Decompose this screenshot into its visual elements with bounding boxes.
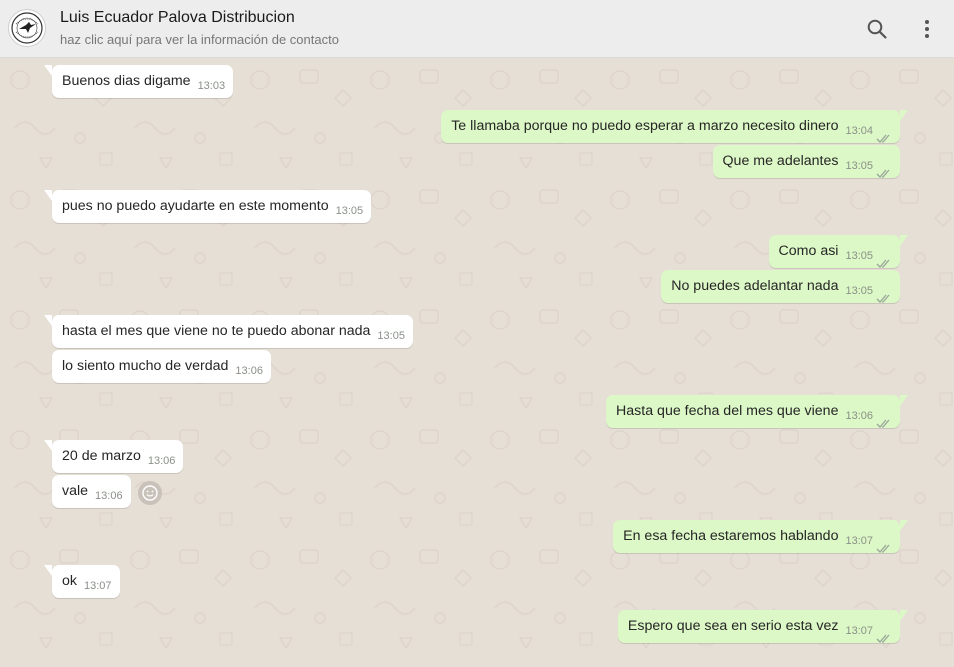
message-time: 13:06 [845,410,873,422]
contact-name[interactable]: Luis Ecuador Palova Distribucion [60,9,295,27]
double-check-icon [876,624,892,657]
double-check-icon [876,159,892,192]
bubble-tail-icon [44,65,52,76]
message-text: lo siento mucho de verdad [62,358,229,374]
message-time: 13:03 [197,80,226,92]
bubble-tail-icon [44,565,52,576]
message-time: 13:07 [845,625,873,637]
chat-header[interactable]: Luis Ecuador Palova Distribucion haz cli… [0,0,954,58]
message-incoming[interactable]: lo siento mucho de verdad 13:06 [52,350,271,383]
message-time: 13:06 [95,490,123,502]
message-outgoing[interactable]: Espero que sea en serio esta vez 13:07 [617,610,908,643]
menu-button[interactable] [915,17,939,41]
bubble-tail-icon [900,520,908,531]
bubble-tail-icon [44,315,52,326]
seal-logo-icon [11,12,43,44]
bubble-tail-icon [900,610,908,621]
contact-info-link[interactable]: haz clic aquí para ver la información de… [60,32,339,47]
message-time: 13:05 [845,160,873,172]
message-text: Buenos dias digame [62,73,191,89]
message-incoming[interactable]: Buenos dias digame 13:03 [44,65,234,98]
message-incoming[interactable]: ok 13:07 [44,565,120,598]
message-outgoing[interactable]: No puedes adelantar nada 13:05 [661,270,900,303]
message-time: 13:07 [83,580,112,592]
message-text: Hasta que fecha del mes que viene [616,403,839,419]
message-time: 13:05 [845,285,873,297]
more-vertical-icon [925,20,929,38]
double-check-icon [876,284,892,317]
message-text: hasta el mes que viene no te puedo abona… [62,323,371,339]
message-incoming[interactable]: pues no puedo ayudarte en este momento 13… [44,190,372,223]
message-outgoing[interactable]: Hasta que fecha del mes que viene 13:06 [606,395,908,428]
message-outgoing[interactable]: Te llamaba porque no puedo esperar a mar… [441,110,908,143]
message-time: 13:06 [147,455,176,467]
message-incoming[interactable]: vale 13:06 [52,475,131,508]
smiley-icon [142,485,158,501]
bubble-tail-icon [44,190,52,201]
message-text: ok [62,573,77,589]
message-outgoing[interactable]: En esa fecha estaremos hablando 13:07 [613,520,908,553]
reaction-button[interactable] [138,481,162,505]
message-incoming[interactable]: 20 de marzo 13:06 [44,440,184,473]
message-time: 13:04 [845,125,873,137]
double-check-icon [876,409,892,442]
message-time: 13:07 [845,535,873,547]
search-button[interactable] [865,17,889,41]
chat-panel[interactable]: Buenos dias digame 13:03 Te llamaba porqu… [0,58,954,667]
message-text: 20 de marzo [62,448,141,464]
message-text: vale [62,483,89,499]
message-text: Como asi [778,243,839,259]
contact-avatar[interactable] [8,9,46,47]
bubble-tail-icon [900,395,908,406]
bubble-tail-icon [900,235,908,246]
message-text: Te llamaba porque no puedo esperar a mar… [451,118,839,134]
message-time: 13:05 [377,330,405,342]
search-icon [867,19,887,39]
bubble-tail-icon [44,440,52,451]
message-outgoing[interactable]: Que me adelantes 13:05 [712,145,900,178]
double-check-icon [876,534,892,567]
message-text: Que me adelantes [722,153,839,169]
message-text: pues no puedo ayudarte en este momento [62,198,329,214]
message-time: 13:05 [845,250,873,262]
message-time: 13:06 [235,365,263,377]
message-time: 13:05 [335,205,364,217]
message-incoming[interactable]: hasta el mes que viene no te puedo abona… [44,315,413,348]
message-text: Espero que sea en serio esta vez [627,618,839,634]
message-text: En esa fecha estaremos hablando [623,528,839,544]
message-text: No puedes adelantar nada [671,278,839,294]
message-outgoing[interactable]: Como asi 13:05 [768,235,908,268]
bubble-tail-icon [900,110,908,121]
